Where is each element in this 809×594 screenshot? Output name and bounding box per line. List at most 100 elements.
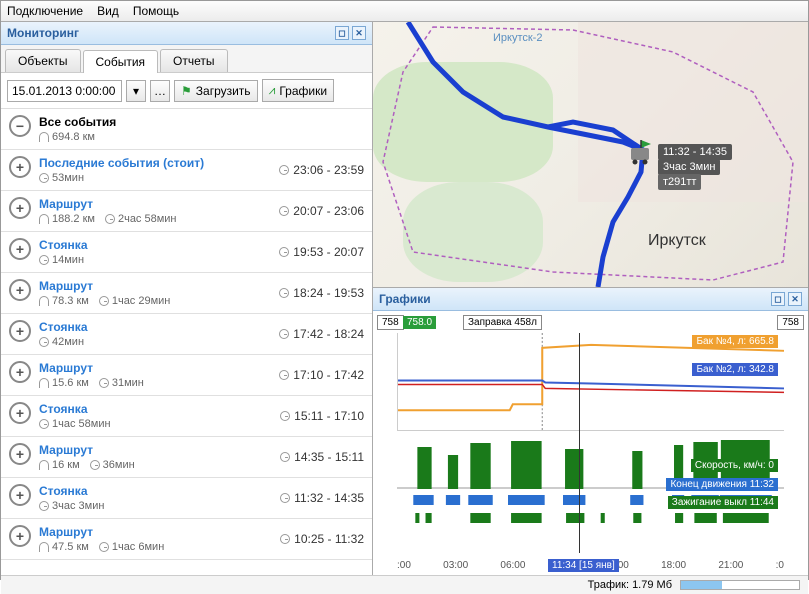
clock-icon [99,542,109,552]
event-title[interactable]: Стоянка [39,320,271,334]
ign-off-tag: Зажигание выкл 11:44 [668,496,778,509]
event-title[interactable]: Маршрут [39,279,271,293]
maximize-icon[interactable]: ◻ [335,26,349,40]
charts-area[interactable]: 758 758.0 758 Заправка 458л [373,311,808,575]
expand-button[interactable]: + [9,238,31,260]
odometer-icon [39,132,49,142]
clock-icon [99,296,109,306]
event-title[interactable]: Маршрут [39,443,272,457]
tab-objects[interactable]: Объекты [5,49,81,72]
menu-help[interactable]: Помощь [133,4,179,18]
move-end-tag: Конец движения 11:32 [666,478,778,491]
event-row[interactable]: + Маршрут 188.2 км2час 58мин 20:07 - 23:… [1,191,372,232]
expand-button[interactable]: + [9,443,31,465]
vehicle-time-badge: 11:32 - 14:35 [658,144,732,160]
expand-button[interactable]: + [9,197,31,219]
statusbar: Трафик: 1.79 Мб [1,575,808,594]
clock-icon [90,460,100,470]
monitoring-title: Мониторинг [7,26,79,40]
events-list[interactable]: − Все события 694.8 км + Последние событ… [1,109,372,575]
x-tick: 18:00 [661,560,686,571]
monitoring-panel: Мониторинг ◻ ✕ Объекты События Отчеты ▾ … [1,22,373,575]
clock-icon [280,411,290,421]
event-meta: 53мин [39,172,271,184]
clock-icon [39,337,49,347]
route-line [373,22,808,287]
event-title[interactable]: Последние события (стоит) [39,156,271,170]
date-dropdown[interactable]: ▾ [126,80,146,102]
odometer-icon [39,214,49,224]
event-time: 10:25 - 11:32 [280,532,364,546]
event-title[interactable]: Маршрут [39,525,272,539]
clock-icon [280,452,290,462]
traffic-progress [680,580,800,590]
charts-maximize-icon[interactable]: ◻ [771,292,785,306]
vehicle-plate-badge: т291тт [658,174,701,190]
expand-button[interactable]: + [9,402,31,424]
event-meta: 78.3 км1час 29мин [39,295,271,307]
odometer-icon [39,542,49,552]
event-title[interactable]: Стоянка [39,238,271,252]
clock-icon [279,247,289,257]
event-title[interactable]: Маршрут [39,361,271,375]
event-meta: 16 км36мин [39,459,272,471]
load-button[interactable]: ⚑ Загрузить [174,80,258,102]
expand-button[interactable]: + [9,156,31,178]
tab-events[interactable]: События [83,50,159,73]
expand-button[interactable]: − [9,115,31,137]
clock-icon [279,329,289,339]
event-row[interactable]: − Все события 694.8 км [1,109,372,150]
event-meta: 14мин [39,254,271,266]
event-row[interactable]: + Стоянка 1час 58мин 15:11 - 17:10 [1,396,372,437]
event-time: 15:11 - 17:10 [280,409,364,423]
event-time: 23:06 - 23:59 [279,163,364,177]
event-row[interactable]: + Стоянка 42мин 17:42 - 18:24 [1,314,372,355]
event-row[interactable]: + Последние события (стоит) 53мин 23:06 … [1,150,372,191]
expand-button[interactable]: + [9,525,31,547]
event-title[interactable]: Стоянка [39,484,272,498]
event-meta: 42мин [39,336,271,348]
event-title[interactable]: Маршрут [39,197,271,211]
event-row[interactable]: + Маршрут 16 км36мин 14:35 - 15:11 [1,437,372,478]
expand-button[interactable]: + [9,361,31,383]
charts-close-icon[interactable]: ✕ [788,292,802,306]
charts-button[interactable]: ⩘ Графики [262,79,334,102]
date-more-button[interactable]: … [150,80,170,102]
clock-icon [39,419,49,429]
event-row[interactable]: + Стоянка 14мин 19:53 - 20:07 [1,232,372,273]
clock-icon [279,288,289,298]
city-label-irkutsk2: Иркутск-2 [493,32,542,44]
tab-reports[interactable]: Отчеты [160,49,227,72]
event-title: Все события [39,115,356,129]
event-time: 18:24 - 19:53 [279,286,364,300]
clock-icon [279,165,289,175]
event-row[interactable]: + Маршрут 47.5 км1час 6мин 10:25 - 11:32 [1,519,372,560]
chart-cursor[interactable] [579,333,580,553]
event-row[interactable]: + Маршрут 15.6 км31мин 17:10 - 17:42 [1,355,372,396]
expand-button[interactable]: + [9,320,31,342]
y-right-box: 758 [777,315,804,330]
traffic-label: Трафик: 1.79 Мб [588,579,672,591]
events-toolbar: ▾ … ⚑ Загрузить ⩘ Графики [1,73,372,109]
map[interactable]: Иркутск-2 Иркутск 11:32 - 14:35 3час 3ми… [373,22,808,287]
menu-view[interactable]: Вид [97,4,119,18]
close-icon[interactable]: ✕ [352,26,366,40]
monitoring-tabs: Объекты События Отчеты [1,45,372,73]
y-left-box: 758 [377,315,404,330]
expand-button[interactable]: + [9,484,31,506]
event-time: 20:07 - 23:06 [279,204,364,218]
menu-connection[interactable]: Подключение [7,4,83,18]
event-title[interactable]: Стоянка [39,402,272,416]
chart-icon: ⩘ [269,83,276,98]
odometer-icon [39,460,49,470]
charts-title: Графики [379,292,431,306]
expand-button[interactable]: + [9,279,31,301]
monitoring-header: Мониторинг ◻ ✕ [1,22,372,45]
tank2-tag: Бак №2, л: 342.8 [692,363,778,376]
charts-panel: Графики ◻ ✕ 758 758.0 758 Заправка 458л [373,287,808,575]
date-input[interactable] [7,80,122,102]
event-time: 19:53 - 20:07 [279,245,364,259]
charts-header: Графики ◻ ✕ [373,288,808,311]
event-row[interactable]: + Стоянка 3час 3мин 11:32 - 14:35 [1,478,372,519]
event-row[interactable]: + Маршрут 78.3 км1час 29мин 18:24 - 19:5… [1,273,372,314]
